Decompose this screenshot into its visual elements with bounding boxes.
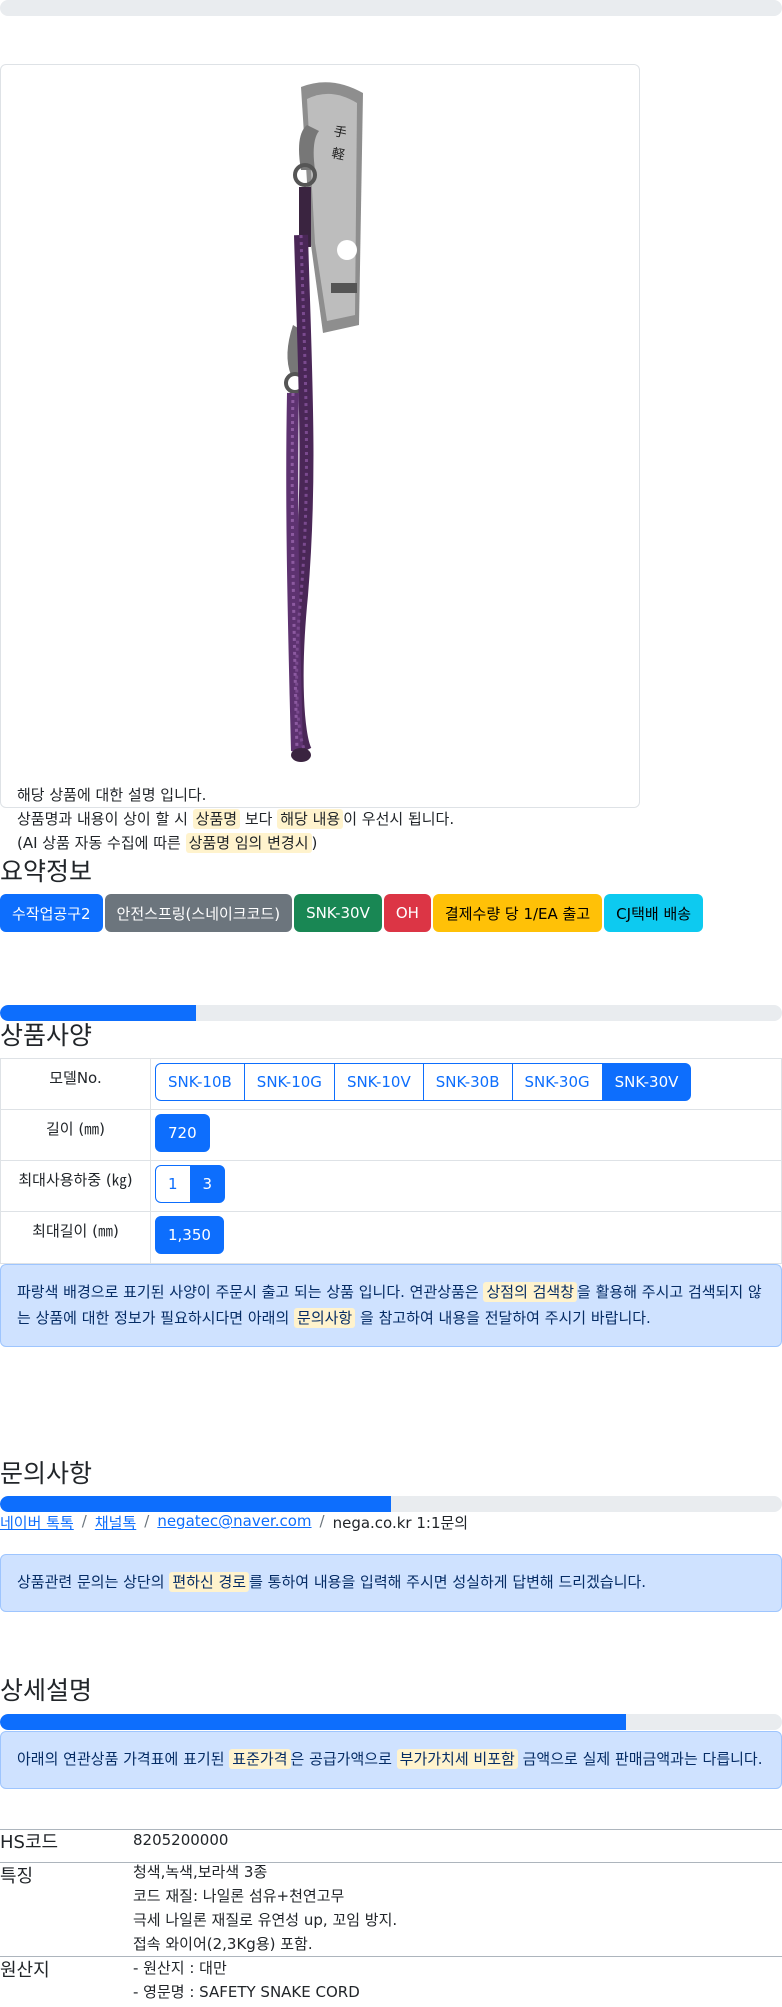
option-button[interactable]: 1: [155, 1165, 191, 1203]
description-text: 이 우선시 됩니다.: [343, 810, 455, 828]
highlight-standard-price: 표준가격: [229, 1749, 291, 1769]
channel-talk-link[interactable]: 채널톡: [95, 1512, 136, 1533]
description-text: ): [311, 834, 318, 852]
feature-item: 청색,녹색,보라색 3종: [133, 1863, 268, 1881]
website-inquiry: nega.co.kr 1:1문의: [332, 1514, 469, 1532]
description-text: (AI 상품 자동 수집에 따른: [17, 834, 181, 852]
specs-progress-bar: [0, 1005, 782, 1021]
spec-label: 최대길이 (㎜): [0, 1211, 151, 1264]
detail-notice: 아래의 연관상품 가격표에 표기된 표준가격 은 공급가액으로 부가가치세 비포함…: [0, 1731, 782, 1789]
spec-options: 13: [150, 1160, 782, 1212]
feature-item: 접속 와이어(2,3Kg용) 포함.: [133, 1935, 313, 1953]
highlight-product-name: 상품명: [192, 809, 241, 829]
origin-list: - 원산지 : 대만 - 영문명 : SAFETY SNAKE CORD: [133, 1956, 360, 2004]
summary-badge: 안전스프링(스네이크코드): [104, 894, 293, 932]
notice-text: 은 공급가액으로: [290, 1750, 392, 1768]
detail-title: 상세설명: [0, 1676, 93, 1705]
features-list: 청색,녹색,보라색 3종 코드 재질: 나일론 섬유+천연고무 극세 나일론 재…: [133, 1860, 397, 1956]
notice-text: 을 참고하여 내용을 전달하여 주시기 바랍니다.: [360, 1309, 651, 1327]
detail-progress-bar: [0, 1714, 782, 1730]
option-group: 720: [155, 1114, 777, 1152]
option-button[interactable]: SNK-30B: [422, 1063, 513, 1101]
inquiry-channels: 네이버 톡톡 / 채널톡 / negatec@naver.com / nega.…: [0, 1512, 468, 1533]
option-button[interactable]: SNK-10G: [243, 1063, 335, 1101]
product-image-card: 手 軽 해당 상품에 대한 설명 입니다. 상품명과 내용이 상이 할 시 상품…: [0, 64, 640, 853]
highlight-route: 편하신 경로: [169, 1572, 250, 1592]
email-link[interactable]: negatec@naver.com: [157, 1512, 311, 1533]
spec-options: 1,350: [150, 1211, 782, 1264]
option-button[interactable]: 720: [155, 1114, 210, 1152]
inquiry-title: 문의사항: [0, 1459, 93, 1488]
spec-row: 길이 (㎜) 720: [0, 1109, 782, 1161]
separator: /: [319, 1512, 325, 1530]
highlight-content: 해당 내용: [277, 809, 344, 829]
feature-item: 코드 재질: 나일론 섬유+천연고무: [133, 1887, 345, 1905]
divider: [0, 1829, 782, 1830]
option-button[interactable]: 1,350: [155, 1216, 224, 1254]
feature-item: 극세 나일론 재질로 유연성 up, 꼬임 방지.: [133, 1911, 398, 1929]
summary-badges: 수작업공구2 안전스프링(스네이크코드) SNK-30V OH 결제수량 당 1/EA …: [0, 894, 704, 932]
spec-options: 720: [150, 1109, 782, 1161]
separator: /: [81, 1512, 87, 1530]
option-button[interactable]: SNK-10B: [155, 1063, 245, 1101]
highlight-vat: 부가가치세 비포함: [396, 1749, 518, 1769]
product-image: 手 軽: [284, 82, 363, 762]
highlight-inquiry: 문의사항: [294, 1308, 356, 1328]
spec-row: 최대길이 (㎜) 1,350: [0, 1211, 782, 1264]
spec-options: SNK-10B SNK-10G SNK-10V SNK-30B SNK-30G SNK-3…: [150, 1058, 782, 1110]
description-line: 해당 상품에 대한 설명 입니다.: [17, 786, 207, 804]
option-group: 1,350: [155, 1216, 777, 1254]
spec-label: 모델No.: [0, 1058, 151, 1110]
specs-title: 상품사양: [0, 1021, 93, 1050]
notice-text: 아래의 연관상품 가격표에 표기된: [17, 1750, 225, 1768]
spec-label: 최대사용하중 (㎏): [0, 1160, 151, 1212]
option-button[interactable]: SNK-10V: [333, 1063, 424, 1101]
spec-table: 모델No. SNK-10B SNK-10G SNK-10V SNK-30B SNK-30G…: [0, 1058, 782, 1264]
inquiry-notice: 상품관련 문의는 상단의 편하신 경로 를 통하여 내용을 입력해 주시면 성실하…: [0, 1554, 782, 1612]
product-description: 해당 상품에 대한 설명 입니다. 상품명과 내용이 상이 할 시 상품명 보다…: [17, 783, 454, 855]
divider: [0, 1956, 782, 1957]
summary-badge: OH: [383, 894, 431, 932]
summary-badge: CJ택배 배송: [604, 894, 704, 932]
notice-text: 금액으로 실제 판매금액과는 다릅니다.: [522, 1750, 763, 1768]
spec-notice: 파랑색 배경으로 표기된 사양이 주문시 출고 되는 상품 입니다. 연관상품은…: [0, 1264, 782, 1347]
option-button[interactable]: SNK-30G: [511, 1063, 603, 1101]
spec-label: 길이 (㎜): [0, 1109, 151, 1161]
option-group: SNK-10B SNK-10G SNK-10V SNK-30B SNK-30G SNK-3…: [155, 1063, 777, 1101]
separator: /: [144, 1512, 150, 1530]
spec-row: 모델No. SNK-10B SNK-10G SNK-10V SNK-30B SNK-30G…: [0, 1058, 782, 1110]
spec-row: 최대사용하중 (㎏) 1 3: [0, 1160, 782, 1212]
naver-talk-link[interactable]: 네이버 톡톡: [0, 1512, 74, 1533]
hs-code-label: HS코드: [0, 1832, 59, 1853]
option-group: 13: [155, 1165, 777, 1203]
description-text: 상품명과 내용이 상이 할 시: [17, 810, 188, 828]
inquiry-progress-bar: [0, 1496, 782, 1512]
hs-code-value: 8205200000: [133, 1831, 229, 1849]
features-label: 특징: [0, 1866, 34, 1887]
notice-text: 파랑색 배경으로 표기된 사양이 주문시 출고 되는 상품 입니다. 연관상품은: [17, 1283, 479, 1301]
summary-badge: 수작업공구2: [0, 894, 103, 932]
highlight-rename: 상품명 임의 변경시: [185, 833, 312, 853]
summary-badge: SNK-30V: [294, 894, 382, 932]
summary-badge: 결제수량 당 1/EA 출고: [432, 894, 603, 932]
option-button[interactable]: 3: [189, 1165, 226, 1203]
origin-label: 원산지: [0, 1960, 50, 1981]
summary-title: 요약정보: [0, 857, 93, 886]
description-text: 보다: [244, 810, 273, 828]
origin-item: - 영문명 : SAFETY SNAKE CORD: [133, 1983, 360, 2001]
notice-text: 상품관련 문의는 상단의: [17, 1573, 165, 1591]
origin-item: - 원산지 : 대만: [133, 1959, 227, 1977]
option-button[interactable]: SNK-30V: [601, 1063, 692, 1101]
top-progress-bar: [0, 0, 782, 16]
highlight-search: 상점의 검색창: [483, 1282, 578, 1302]
notice-text: 를 통하여 내용을 입력해 주시면 성실하게 답변해 드리겠습니다.: [249, 1573, 647, 1591]
